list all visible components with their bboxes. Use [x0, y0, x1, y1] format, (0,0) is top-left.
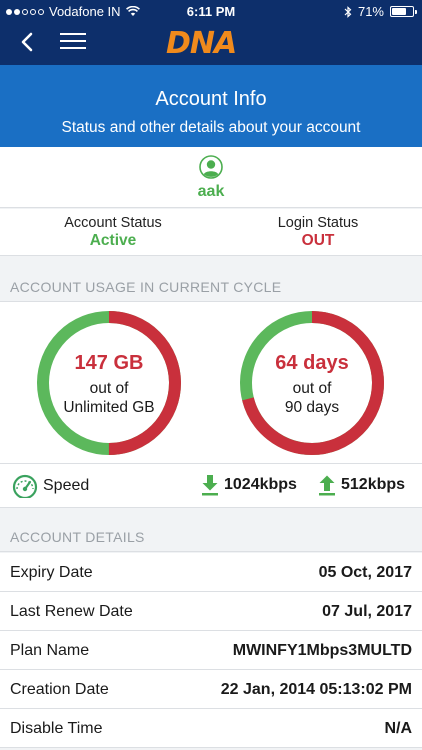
data-limit-value: Unlimited GB	[63, 399, 155, 416]
account-status: Account Status Active	[23, 215, 203, 250]
login-status: Login Status OUT	[228, 215, 408, 250]
hamburger-menu-icon[interactable]	[60, 33, 86, 51]
top-bar: Vodafone IN 6:11 PM 71% DNA	[0, 0, 422, 65]
detail-row-expiry-date: Expiry Date 05 Oct, 2017	[0, 553, 422, 592]
days-usage-gauge: 64 days out of 90 days	[237, 308, 387, 458]
account-status-label: Account Status	[64, 215, 162, 231]
download-speed-value: 1024kbps	[224, 476, 297, 493]
detail-row-creation-date: Creation Date 22 Jan, 2014 05:13:02 PM	[0, 670, 422, 709]
days-used-value: 64 days	[275, 352, 349, 374]
speed-row: Speed 1024kbps 512kbps	[0, 464, 422, 508]
upload-speed: 512kbps	[318, 474, 405, 496]
detail-label: Creation Date	[10, 681, 109, 698]
upload-arrow-icon	[319, 475, 335, 496]
status-bar: Vodafone IN 6:11 PM 71%	[0, 0, 422, 22]
login-status-label: Login Status	[277, 215, 359, 231]
detail-value: 05 Oct, 2017	[318, 564, 412, 581]
detail-label: Disable Time	[10, 720, 103, 737]
back-chevron-icon[interactable]	[17, 30, 39, 54]
user-block: aak	[0, 147, 422, 208]
username: aak	[197, 183, 225, 200]
upload-speed-value: 512kbps	[341, 476, 406, 493]
data-out-of-label: out of	[89, 380, 129, 397]
days-limit-value: 90 days	[284, 399, 340, 416]
account-status-value: Active	[89, 232, 137, 249]
page-subtitle: Status and other details about your acco…	[61, 119, 361, 136]
status-row: Account Status Active Login Status OUT	[0, 209, 422, 256]
battery-info: 71%	[344, 4, 417, 19]
user-avatar-icon	[199, 155, 223, 179]
detail-row-plan-name: Plan Name MWINFY1Mbps3MULTD	[0, 631, 422, 670]
detail-value: 22 Jan, 2014 05:13:02 PM	[220, 681, 412, 698]
page-title: Account Info	[155, 88, 267, 110]
dna-logo: DNA	[166, 26, 237, 61]
days-out-of-label: out of	[292, 380, 332, 397]
bluetooth-icon	[344, 5, 352, 18]
detail-row-last-renew-date: Last Renew Date 07 Jul, 2017	[0, 592, 422, 631]
usage-section-title: ACCOUNT USAGE IN CURRENT CYCLE	[10, 279, 282, 295]
detail-label: Last Renew Date	[10, 603, 133, 620]
days-limit-text: out of 90 days	[237, 379, 387, 417]
speedometer-icon	[12, 474, 38, 498]
details-section-header: ACCOUNT DETAILS	[0, 508, 422, 552]
detail-value: MWINFY1Mbps3MULTD	[232, 642, 412, 659]
details-section-title: ACCOUNT DETAILS	[10, 529, 145, 545]
battery-icon	[390, 6, 417, 17]
usage-panel: 147 GB out of Unlimited GB 64 days out o…	[0, 302, 422, 464]
account-details-list: Expiry Date 05 Oct, 2017 Last Renew Date…	[0, 553, 422, 748]
detail-value: N/A	[384, 720, 412, 737]
data-limit-text: out of Unlimited GB	[34, 379, 184, 417]
page-header: Account Info Status and other details ab…	[0, 65, 422, 147]
detail-row-disable-time: Disable Time N/A	[0, 709, 422, 748]
detail-value: 07 Jul, 2017	[322, 603, 412, 620]
data-used-value: 147 GB	[74, 352, 144, 374]
download-speed: 1024kbps	[201, 474, 297, 496]
speed-label: Speed	[43, 477, 90, 494]
detail-label: Expiry Date	[10, 564, 93, 581]
usage-section-header: ACCOUNT USAGE IN CURRENT CYCLE	[0, 256, 422, 302]
data-usage-gauge: 147 GB out of Unlimited GB	[34, 308, 184, 458]
detail-label: Plan Name	[10, 642, 90, 659]
download-arrow-icon	[202, 475, 218, 496]
login-status-value: OUT	[301, 232, 335, 249]
battery-percent: 71%	[357, 4, 384, 19]
